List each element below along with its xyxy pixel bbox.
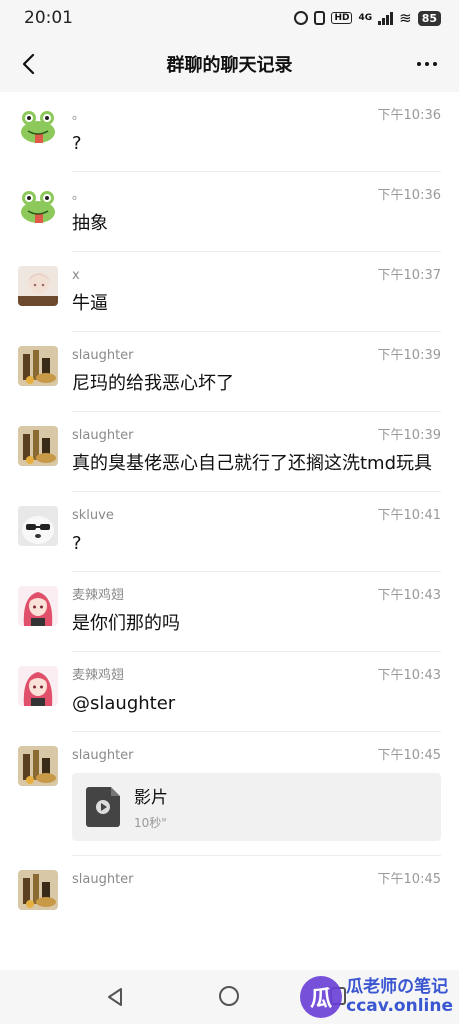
message-item[interactable]: 麦辣鸡翅 下午10:43 是你们那的吗 [0, 572, 459, 652]
message-item[interactable]: slaughter 下午10:39 尼玛的给我恶心坏了 [0, 332, 459, 412]
message-body: slaughter 下午10:39 真的臭基佬恶心自己就行了还搁这洗tmd玩具 [72, 424, 441, 492]
message-text: @slaughter [72, 693, 176, 714]
sender-name: x [72, 268, 80, 283]
message-body: slaughter 下午10:45 [72, 868, 441, 910]
bottles-avatar[interactable] [18, 870, 58, 910]
sender-name: slaughter [72, 428, 134, 443]
sender-name: 。 [72, 188, 86, 203]
message-item[interactable]: skluve 下午10:41 ? [0, 492, 459, 572]
message-body: 。 下午10:36 抽象 [72, 184, 441, 252]
status-icons: HD 4G ≋ 85 [294, 8, 441, 27]
network-type-label: 4G [358, 13, 373, 23]
page-title: 群聊的聊天记录 [166, 55, 293, 76]
sender-name: skluve [72, 508, 114, 523]
message-body: x 下午10:37 牛逼 [72, 264, 441, 332]
message-text: ? [72, 133, 82, 154]
back-button[interactable] [10, 46, 46, 82]
watermark-logo: 瓜 [300, 976, 343, 1018]
message-item[interactable]: 。 下午10:36 ? [0, 92, 459, 172]
status-bar: 20:01 HD 4G ≋ 85 [0, 0, 459, 36]
pink-hair-avatar[interactable] [18, 586, 58, 626]
sender-name: slaughter [72, 348, 134, 363]
more-dot-icon [425, 62, 429, 66]
message-time: 下午10:45 [377, 872, 441, 887]
message-body: skluve 下午10:41 ? [72, 504, 441, 572]
more-dot-icon [417, 62, 421, 66]
file-name: 影片 [134, 788, 168, 808]
hd-icon: HD [331, 12, 353, 24]
message-text: 是你们那的吗 [72, 613, 180, 634]
vibrate-icon [314, 11, 326, 25]
alarm-icon [294, 11, 309, 25]
anime-avatar[interactable] [18, 266, 58, 306]
frog-avatar[interactable] [18, 106, 58, 146]
chevron-left-icon [22, 53, 35, 75]
battery-icon: 85 [417, 10, 441, 26]
video-file-card[interactable]: 影片 10秒" [72, 773, 441, 841]
signal-icon [378, 11, 394, 25]
message-item[interactable]: x 下午10:37 牛逼 [0, 252, 459, 332]
message-time: 下午10:39 [377, 348, 441, 363]
message-text: ? [72, 533, 82, 554]
pink-hair-avatar[interactable] [18, 666, 58, 706]
message-list[interactable]: 。下午10:36 ? 。下午10:36 抽象 x 下午10:37 牛逼 slaug… [0, 92, 459, 970]
message-body: 。 下午10:36 ? [72, 104, 441, 172]
frog-avatar[interactable] [18, 186, 58, 226]
nav-home-icon[interactable] [219, 986, 239, 1006]
message-item[interactable]: 。 下午10:36 抽象 [0, 172, 459, 252]
sender-name: 麦辣鸡翅 [72, 668, 125, 683]
message-time: 下午10:43 [377, 668, 441, 683]
message-text: 尼玛的给我恶心坏了 [72, 373, 234, 394]
dog-avatar[interactable] [18, 506, 58, 546]
nav-back-icon[interactable] [104, 986, 126, 1008]
message-time: 下午10:36 [377, 108, 441, 123]
message-item[interactable]: 麦辣鸡翅 下午10:43 @slaughter [0, 652, 459, 732]
more-button[interactable] [409, 46, 445, 82]
watermark: 瓜 瓜老师の笔记 ccav.online [300, 976, 453, 1018]
watermark-url: ccav.online [346, 996, 453, 1016]
navigation-bar: 瓜 瓜老师の笔记 ccav.online [0, 970, 459, 1024]
message-body: 麦辣鸡翅 下午10:43 是你们那的吗 [72, 584, 441, 652]
message-body: slaughter 下午10:39 尼玛的给我恶心坏了 [72, 344, 441, 412]
wifi-icon: ≋ [399, 8, 412, 27]
message-time: 下午10:37 [377, 268, 441, 283]
play-icon [96, 800, 110, 814]
more-dot-icon [433, 62, 437, 66]
sender-name: slaughter [72, 872, 134, 887]
file-duration: 10秒" [134, 816, 167, 830]
message-item[interactable]: slaughter 下午10:39 真的臭基佬恶心自己就行了还搁这洗tmd玩具 [0, 412, 459, 492]
message-time: 下午10:36 [377, 188, 441, 203]
message-time: 下午10:39 [377, 428, 441, 443]
bottles-avatar[interactable] [18, 426, 58, 466]
watermark-title: 瓜老师の笔记 [346, 977, 449, 997]
header: 群聊的聊天记录 [0, 36, 459, 92]
message-item[interactable]: slaughter 下午10:45 [0, 856, 459, 910]
message-body: slaughter 下午10:45 影片 10秒" [72, 744, 441, 856]
message-time: 下午10:41 [377, 508, 441, 523]
sender-name: 。 [72, 108, 86, 123]
message-time: 下午10:45 [377, 748, 441, 763]
message-text: 抽象 [72, 213, 108, 234]
sender-name: 麦辣鸡翅 [72, 588, 125, 603]
bottles-avatar[interactable] [18, 746, 58, 786]
message-text: 牛逼 [72, 293, 108, 314]
message-time: 下午10:43 [377, 588, 441, 603]
sender-name: slaughter [72, 748, 134, 763]
message-body: 麦辣鸡翅 下午10:43 @slaughter [72, 664, 441, 732]
status-time: 20:01 [24, 8, 73, 28]
bottles-avatar[interactable] [18, 346, 58, 386]
message-item[interactable]: slaughter 下午10:45 影片 10秒" [0, 732, 459, 856]
video-file-icon [86, 787, 120, 827]
message-text: 真的臭基佬恶心自己就行了还搁这洗tmd玩具 [72, 453, 433, 474]
